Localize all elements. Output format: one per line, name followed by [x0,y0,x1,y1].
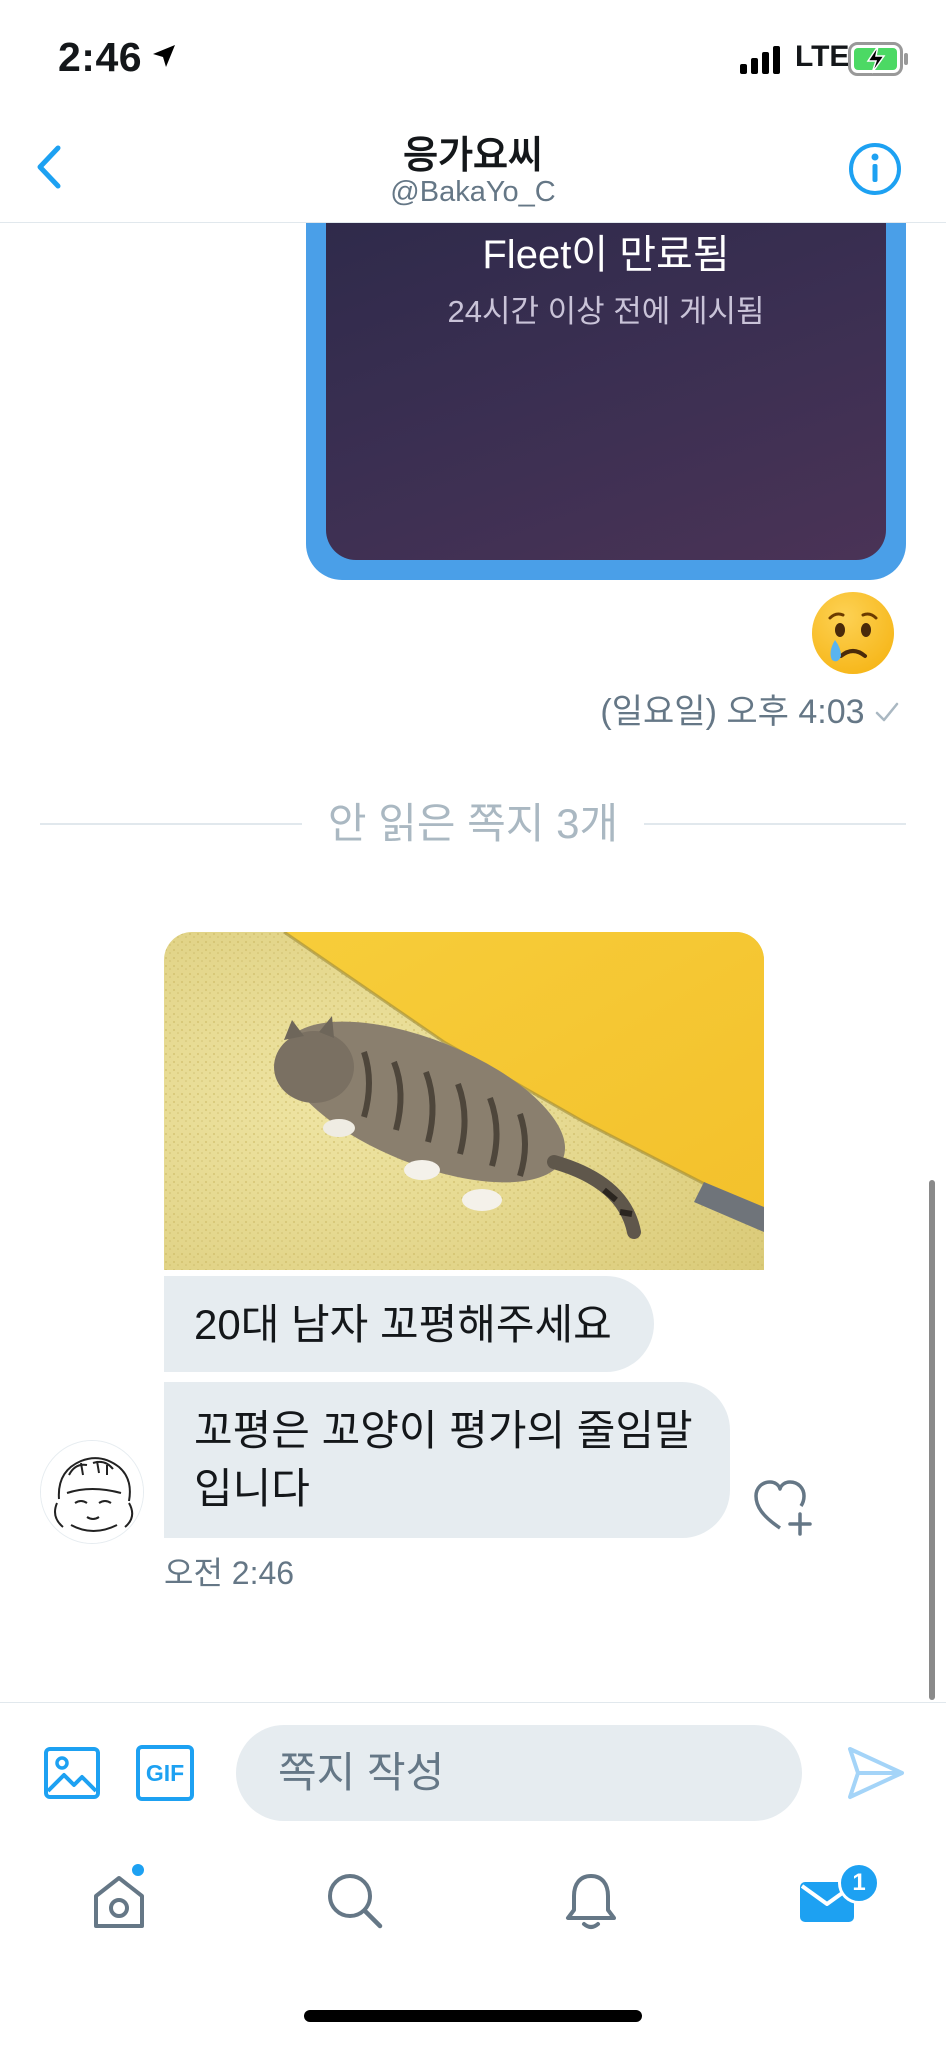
conversation-header: 응가요씨 @BakaYo_C [0,110,946,223]
crying-face-emoji[interactable] [808,588,898,678]
message-composer: GIF [0,1702,946,1842]
search-icon[interactable] [322,1868,388,1934]
home-indicator [304,2010,642,2022]
fleet-reply-card[interactable]: Fleet이 만료됨 24시간 이상 전에 게시됨 [306,200,906,580]
scrollbar[interactable] [929,1180,935,1700]
home-icon[interactable] [86,1868,152,1934]
info-icon[interactable] [848,142,902,196]
network-type: LTE [795,40,850,73]
battery-charging-icon [848,42,910,81]
conversation-title[interactable]: 응가요씨 [0,124,946,179]
sender-avatar[interactable] [40,1440,144,1544]
home-new-indicator [130,1862,146,1878]
unread-divider: 안 읽은 쪽지 3개 [40,790,906,850]
conversation-handle[interactable]: @BakaYo_C [0,176,946,209]
status-bar: 2:46 LTE [0,0,946,110]
add-reaction-heart-icon[interactable] [752,1478,816,1538]
unread-count-label: 안 읽은 쪽지 3개 [327,800,619,847]
message-input[interactable] [236,1725,802,1821]
signal-icon [740,46,784,79]
received-message-bubble[interactable]: 20대 남자 꼬평해주세요 [164,1276,654,1372]
received-cat-photo[interactable] [164,932,764,1270]
expired-fleet-preview: Fleet이 만료됨 24시간 이상 전에 게시됨 [326,200,886,560]
gif-button[interactable]: GIF [136,1745,194,1801]
received-message-bubble[interactable]: 꼬평은 꼬양이 평가의 줄임말 입니다 [164,1382,730,1538]
sent-check-icon [874,693,900,731]
image-icon[interactable] [42,1743,102,1803]
message-text: 꼬평은 꼬양이 평가의 줄임말 입니다 [194,1407,693,1512]
tab-bar: 1 [0,1842,946,1962]
notifications-bell-icon[interactable] [558,1868,624,1934]
status-time: 2:46 [58,34,143,80]
sent-timestamp: (일요일) 오후 4:03 [600,684,900,733]
sent-timestamp-text: (일요일) 오후 4:03 [600,693,865,731]
fleet-expired-subtitle: 24시간 이상 전에 게시됨 [447,294,765,329]
received-timestamp: 오전 2:46 [164,1555,295,1591]
send-icon[interactable] [846,1745,906,1801]
divider-line [644,823,906,825]
message-text: 20대 남자 꼬평해주세요 [194,1301,612,1348]
location-arrow-icon [150,42,178,75]
messages-badge: 1 [838,1862,880,1904]
fleet-expired-title: Fleet이 만료됨 [482,233,730,277]
